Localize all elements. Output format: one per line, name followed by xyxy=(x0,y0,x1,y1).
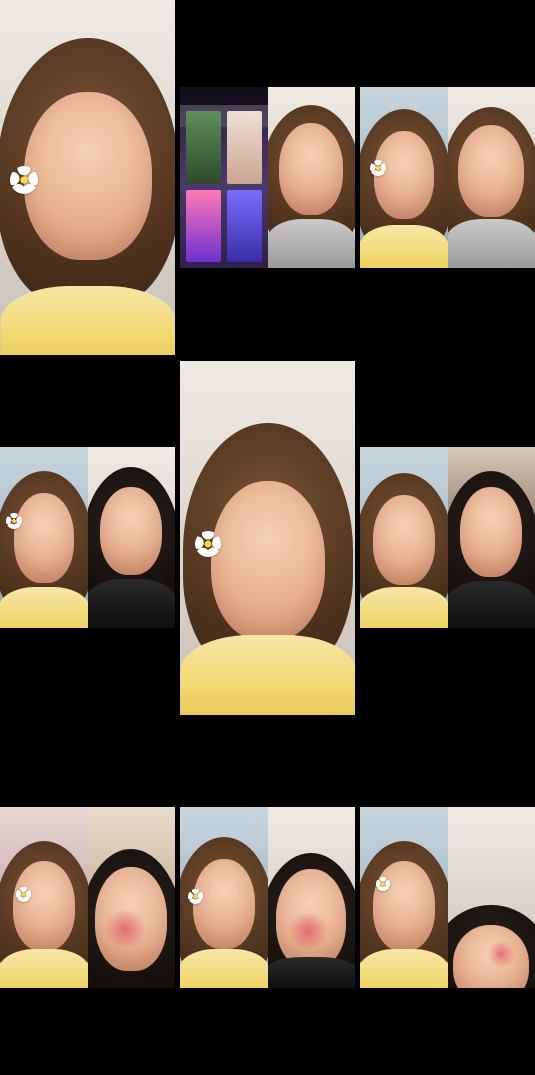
shirt xyxy=(447,219,535,268)
shirt xyxy=(0,949,88,988)
pane-right xyxy=(267,87,355,268)
pane-right xyxy=(447,447,535,628)
thumbnail-grid xyxy=(0,0,535,1075)
frame-top-middle xyxy=(180,87,355,268)
pane-right xyxy=(87,447,175,628)
phone-screen xyxy=(180,87,268,268)
shirt xyxy=(447,581,535,628)
frame-bottom-left xyxy=(0,807,175,988)
face xyxy=(13,493,74,583)
shirt xyxy=(360,587,448,628)
flower-icon xyxy=(10,166,38,194)
frame-middle-right xyxy=(360,447,535,628)
shirt xyxy=(267,957,355,988)
pane-right xyxy=(447,807,535,988)
pane-left xyxy=(360,87,448,268)
frame-top-right xyxy=(360,87,535,268)
phone-tile xyxy=(226,111,262,184)
flower-icon xyxy=(370,160,386,176)
pane-right xyxy=(267,807,355,988)
red-cheeks xyxy=(285,913,330,949)
flower-icon xyxy=(195,531,221,557)
flower-icon xyxy=(188,889,203,904)
frame-middle-center xyxy=(180,361,355,715)
shirt xyxy=(0,587,88,628)
pane-left xyxy=(0,807,88,988)
face xyxy=(458,125,525,217)
pane-left xyxy=(0,447,88,628)
face xyxy=(210,481,325,641)
pane-right xyxy=(87,807,175,988)
frame-top-left xyxy=(0,0,175,355)
face xyxy=(460,487,523,577)
red-cheeks xyxy=(101,911,148,947)
shirt xyxy=(0,286,175,355)
pane-left xyxy=(180,87,268,268)
shirt xyxy=(180,635,355,715)
face xyxy=(12,861,75,951)
phone-tile xyxy=(186,189,221,262)
face xyxy=(279,123,344,215)
flower-icon xyxy=(16,887,31,902)
face xyxy=(372,495,435,585)
frame-middle-left xyxy=(0,447,175,628)
face xyxy=(373,131,434,219)
shirt xyxy=(180,949,268,988)
flower-icon xyxy=(6,513,22,529)
pane-right xyxy=(447,87,535,268)
shirt xyxy=(360,949,448,988)
pane-left xyxy=(180,807,268,988)
face xyxy=(372,861,435,951)
face xyxy=(100,487,163,575)
pane-left xyxy=(360,447,448,628)
flower-icon xyxy=(376,877,390,891)
shirt xyxy=(360,225,448,268)
shirt xyxy=(267,219,355,268)
red-cheeks xyxy=(485,941,516,967)
face xyxy=(192,859,255,949)
frame-bottom-middle xyxy=(180,807,355,988)
shirt xyxy=(87,579,175,628)
phone-tile xyxy=(186,111,221,184)
phone-tiles xyxy=(186,111,262,262)
phone-topbar xyxy=(180,87,268,105)
phone-tile xyxy=(226,189,262,262)
face xyxy=(23,92,152,260)
frame-bottom-right xyxy=(360,807,535,988)
pane-left xyxy=(360,807,448,988)
